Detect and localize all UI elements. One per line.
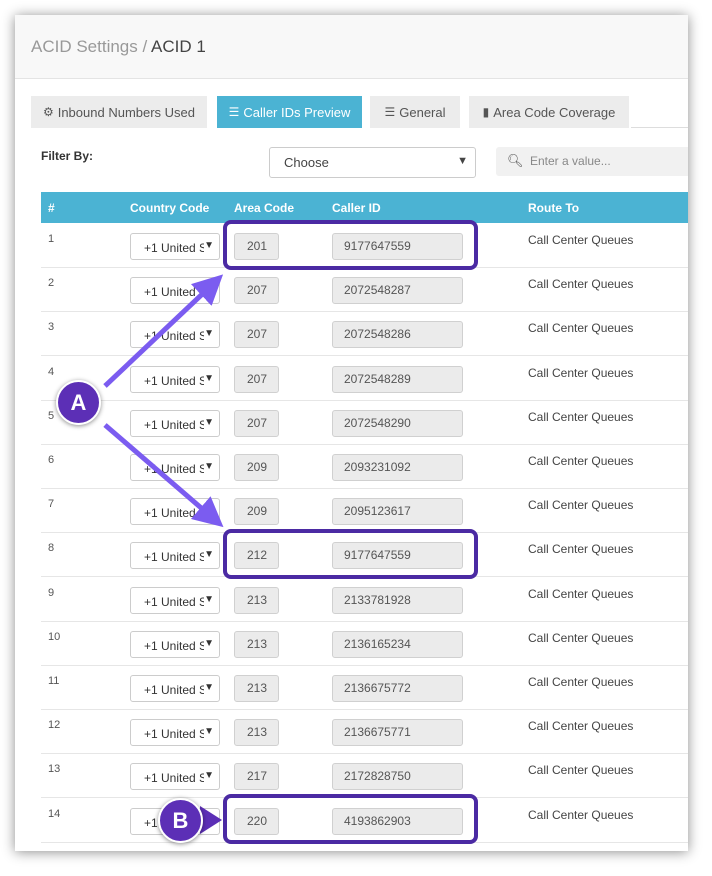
callout-a: A (56, 380, 101, 425)
arrow-to-row-1 (103, 274, 224, 388)
callout-b-pointer (200, 806, 222, 834)
callout-b: B (158, 798, 203, 843)
arrow-to-row-8 (103, 423, 224, 528)
annotation-arrows (103, 274, 224, 834)
